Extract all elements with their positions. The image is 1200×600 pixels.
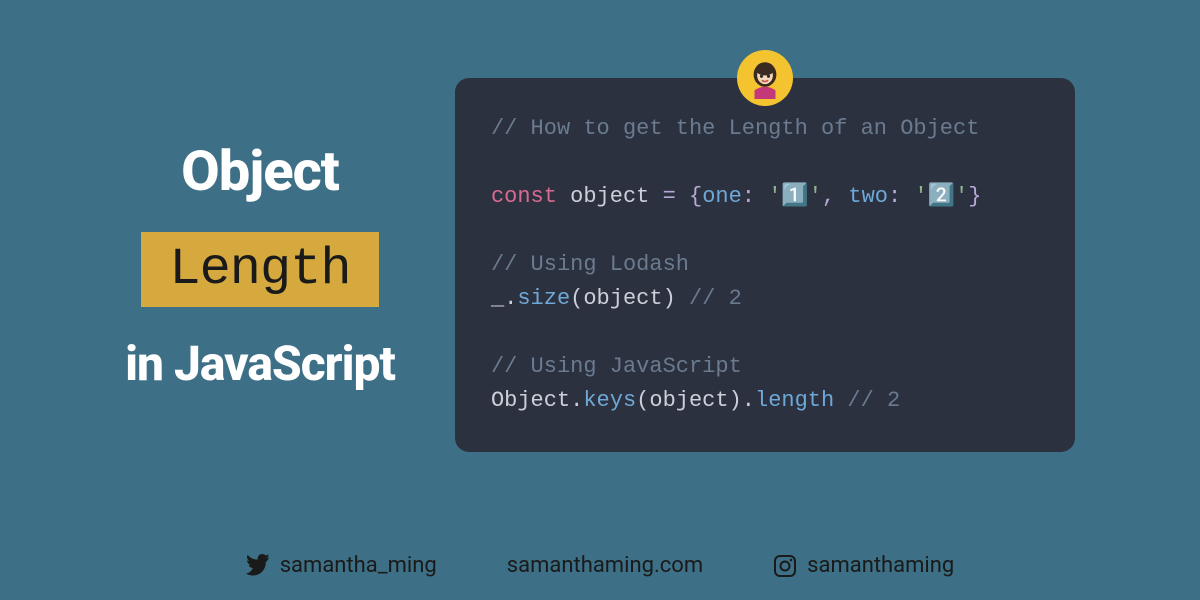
code-js-length: length	[755, 388, 834, 413]
code-snippet: // How to get the Length of an Object co…	[455, 78, 1075, 453]
code-comment-title: // How to get the Length of an Object	[491, 116, 979, 141]
code-lodash-size: size	[517, 286, 570, 311]
instagram-icon	[773, 554, 797, 578]
website-text: samanthaming.com	[507, 553, 703, 578]
code-keyword-const: const	[491, 184, 557, 209]
avatar	[737, 50, 793, 106]
title-block: Object Length in JavaScript	[125, 138, 395, 392]
footer: samantha_ming samanthaming.com samantham…	[0, 553, 1200, 578]
instagram-text: samanthaming	[807, 553, 954, 578]
twitter-text: samantha_ming	[280, 553, 437, 578]
title-word-object: Object	[181, 138, 339, 204]
code-js-keys: keys	[583, 388, 636, 413]
twitter-handle: samantha_ming	[246, 553, 437, 578]
website-link: samanthaming.com	[507, 553, 703, 578]
instagram-handle: samanthaming	[773, 553, 954, 578]
code-comment-lodash: // Using Lodash	[491, 252, 689, 277]
code-comment-js: // Using JavaScript	[491, 354, 742, 379]
title-in-javascript: in JavaScript	[125, 335, 395, 392]
code-varname: object	[570, 184, 649, 209]
title-word-length: Length	[141, 232, 378, 307]
twitter-icon	[246, 554, 270, 578]
